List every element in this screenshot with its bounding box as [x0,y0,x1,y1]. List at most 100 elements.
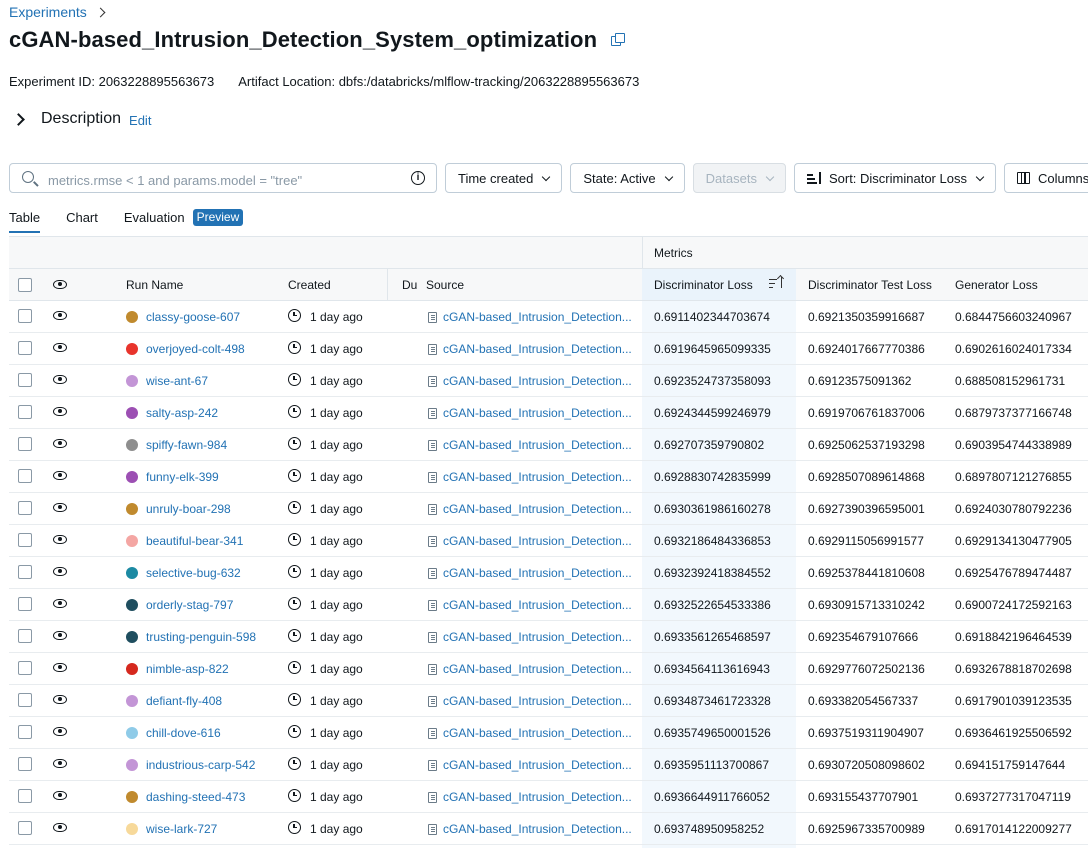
source-link[interactable]: cGAN-based_Intrusion_Detection... [443,630,632,644]
info-icon[interactable]: i [411,171,425,185]
run-name-link[interactable]: overjoyed-colt-498 [146,342,245,356]
eye-icon[interactable] [53,535,67,544]
source-link[interactable]: cGAN-based_Intrusion_Detection... [443,822,632,836]
source-link[interactable]: cGAN-based_Intrusion_Detection... [443,438,632,452]
chevron-right-icon[interactable] [12,112,25,126]
tab-chart[interactable]: Chart [66,210,98,231]
run-name-link[interactable]: spiffy-fawn-984 [146,438,227,452]
run-name-link[interactable]: unruly-boar-298 [146,502,231,516]
run-name-link[interactable]: nimble-asp-822 [146,662,229,676]
run-color-dot[interactable] [126,663,138,675]
eye-icon[interactable] [53,823,67,832]
table-row[interactable]: beautiful-bear-341 1 day ago cGAN-based_… [9,525,1088,557]
header-duration[interactable]: Du [402,278,417,292]
row-checkbox[interactable] [18,757,32,771]
source-link[interactable]: cGAN-based_Intrusion_Detection... [443,406,632,420]
table-row[interactable]: classy-goose-607 1 day ago cGAN-based_In… [9,301,1088,333]
run-name-link[interactable]: salty-asp-242 [146,406,218,420]
description-toggle[interactable]: Description Edit [12,110,151,128]
row-checkbox[interactable] [18,565,32,579]
eye-icon[interactable] [53,791,67,800]
header-source[interactable]: Source [426,278,464,292]
source-link[interactable]: cGAN-based_Intrusion_Detection... [443,342,632,356]
row-checkbox[interactable] [18,469,32,483]
table-row[interactable]: orderly-stag-797 1 day ago cGAN-based_In… [9,589,1088,621]
run-color-dot[interactable] [126,439,138,451]
run-name-link[interactable]: chill-dove-616 [146,726,221,740]
source-link[interactable]: cGAN-based_Intrusion_Detection... [443,662,632,676]
run-color-dot[interactable] [126,375,138,387]
row-checkbox[interactable] [18,661,32,675]
table-row[interactable]: funny-elk-399 1 day ago cGAN-based_Intru… [9,461,1088,493]
table-row[interactable]: wise-ant-67 1 day ago cGAN-based_Intrusi… [9,365,1088,397]
run-name-link[interactable]: industrious-carp-542 [146,758,255,772]
sort-ascending-icon[interactable] [769,276,783,290]
eye-icon[interactable] [53,727,67,736]
eye-icon[interactable] [53,663,67,672]
run-color-dot[interactable] [126,759,138,771]
source-link[interactable]: cGAN-based_Intrusion_Detection... [443,502,632,516]
eye-icon[interactable] [53,343,67,352]
table-row[interactable]: industrious-carp-542 1 day ago cGAN-base… [9,749,1088,781]
run-color-dot[interactable] [126,791,138,803]
table-row[interactable]: selective-bug-632 1 day ago cGAN-based_I… [9,557,1088,589]
run-name-link[interactable]: dashing-steed-473 [146,790,245,804]
time-created-dropdown[interactable]: Time created [445,163,563,193]
search-input[interactable] [46,170,400,190]
tab-table[interactable]: Table [9,210,41,233]
run-color-dot[interactable] [126,471,138,483]
row-checkbox[interactable] [18,501,32,515]
eye-icon[interactable] [53,407,67,416]
run-name-link[interactable]: trusting-penguin-598 [146,630,256,644]
eye-icon[interactable] [53,439,67,448]
header-discriminator-loss[interactable]: Discriminator Loss [654,278,753,292]
description-edit-link[interactable]: Edit [129,113,151,128]
datasets-dropdown[interactable]: Datasets [692,163,786,193]
row-checkbox[interactable] [18,725,32,739]
source-link[interactable]: cGAN-based_Intrusion_Detection... [443,566,632,580]
table-row[interactable]: defiant-fly-408 1 day ago cGAN-based_Int… [9,685,1088,717]
table-row[interactable]: trusting-penguin-598 1 day ago cGAN-base… [9,621,1088,653]
row-checkbox[interactable] [18,309,32,323]
run-color-dot[interactable] [126,311,138,323]
header-discriminator-test-loss[interactable]: Discriminator Test Loss [808,278,932,292]
eye-icon[interactable] [53,503,67,512]
row-checkbox[interactable] [18,405,32,419]
run-color-dot[interactable] [126,407,138,419]
run-color-dot[interactable] [126,567,138,579]
source-link[interactable]: cGAN-based_Intrusion_Detection... [443,694,632,708]
run-name-link[interactable]: orderly-stag-797 [146,598,233,612]
columns-button[interactable]: Columns [1003,163,1088,193]
run-color-dot[interactable] [126,823,138,835]
row-checkbox[interactable] [18,533,32,547]
run-name-link[interactable]: selective-bug-632 [146,566,241,580]
row-checkbox[interactable] [18,629,32,643]
run-name-link[interactable]: beautiful-bear-341 [146,534,243,548]
table-row[interactable]: nimble-asp-822 1 day ago cGAN-based_Intr… [9,653,1088,685]
eye-icon[interactable] [53,631,67,640]
run-name-link[interactable]: funny-elk-399 [146,470,219,484]
table-row[interactable]: overjoyed-colt-498 1 day ago cGAN-based_… [9,333,1088,365]
sort-dropdown[interactable]: Sort: Discriminator Loss [793,163,996,193]
source-link[interactable]: cGAN-based_Intrusion_Detection... [443,310,632,324]
eye-icon[interactable] [53,759,67,768]
table-row[interactable]: spiffy-fawn-984 1 day ago cGAN-based_Int… [9,429,1088,461]
breadcrumb-experiments-link[interactable]: Experiments [9,4,87,20]
run-color-dot[interactable] [126,727,138,739]
row-checkbox[interactable] [18,373,32,387]
table-row[interactable]: unruly-boar-298 1 day ago cGAN-based_Int… [9,493,1088,525]
tab-evaluation[interactable]: Evaluation [124,210,185,231]
run-color-dot[interactable] [126,695,138,707]
header-created[interactable]: Created [288,278,331,292]
eye-icon[interactable] [53,311,67,320]
run-name-link[interactable]: defiant-fly-408 [146,694,222,708]
run-name-link[interactable]: wise-ant-67 [146,374,208,388]
row-checkbox[interactable] [18,437,32,451]
eye-icon[interactable] [53,375,67,384]
source-link[interactable]: cGAN-based_Intrusion_Detection... [443,374,632,388]
source-link[interactable]: cGAN-based_Intrusion_Detection... [443,758,632,772]
source-link[interactable]: cGAN-based_Intrusion_Detection... [443,598,632,612]
header-run-name[interactable]: Run Name [126,278,183,292]
eye-icon[interactable] [53,471,67,480]
table-row[interactable]: wise-lark-727 1 day ago cGAN-based_Intru… [9,813,1088,845]
